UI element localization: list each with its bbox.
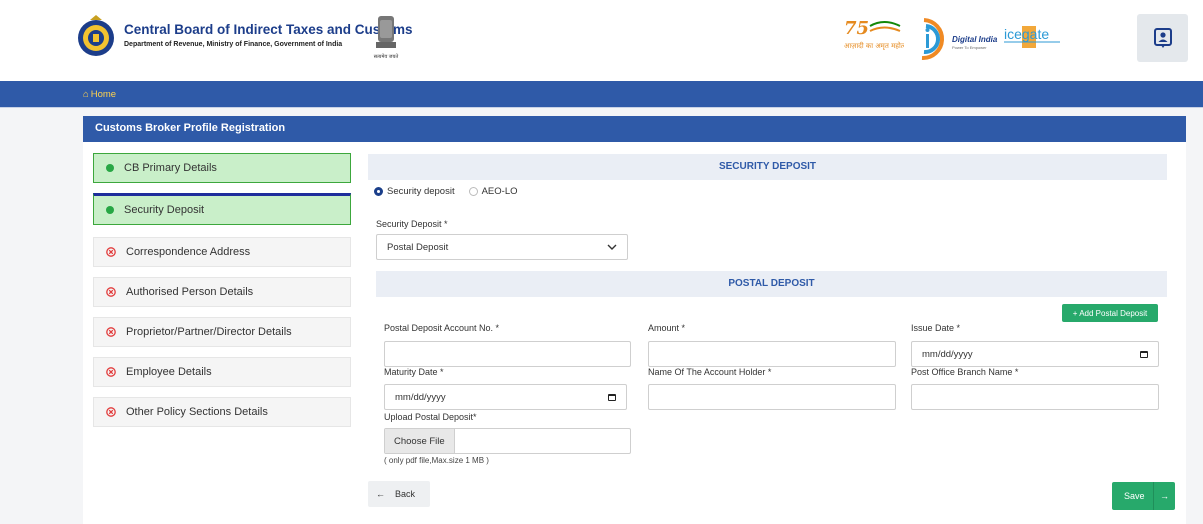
cbic-emblem-icon bbox=[78, 15, 114, 56]
arrow-right-icon: → bbox=[1153, 482, 1175, 510]
home-label: Home bbox=[90, 89, 117, 100]
icegate-logo: icegate bbox=[1004, 26, 1060, 48]
panel-title: Customs Broker Profile Registration bbox=[83, 116, 1186, 142]
check-dot-icon bbox=[106, 206, 114, 214]
error-circle-icon bbox=[106, 287, 116, 297]
maturity-date-placeholder: mm/dd/yyyy bbox=[395, 391, 446, 403]
icegate-text: icegate bbox=[1004, 26, 1049, 42]
choose-file-button[interactable]: Choose File bbox=[385, 429, 455, 453]
home-icon: ⌂ bbox=[83, 89, 89, 100]
branch-name-label: Post Office Branch Name * bbox=[911, 367, 1019, 377]
account-no-input[interactable] bbox=[384, 341, 631, 367]
azadi-mahotsav-logo: 75 आज़ादी का अमृत महोत्सव bbox=[844, 18, 904, 50]
chevron-down-icon bbox=[607, 244, 617, 250]
calendar-icon bbox=[1140, 350, 1148, 358]
amount-input[interactable] bbox=[648, 341, 896, 367]
security-deposit-label: Security Deposit * bbox=[376, 219, 448, 229]
error-circle-icon bbox=[106, 327, 116, 337]
step-label: CB Primary Details bbox=[124, 162, 217, 174]
holder-name-input[interactable] bbox=[648, 384, 896, 410]
step-label: Authorised Person Details bbox=[126, 286, 254, 298]
deposit-type-radios: Security deposit AEO-LO bbox=[374, 186, 518, 197]
postal-deposit-heading: POSTAL DEPOSIT bbox=[376, 271, 1167, 297]
branch-name-input[interactable] bbox=[911, 384, 1159, 410]
maturity-date-input[interactable]: mm/dd/yyyy bbox=[384, 384, 627, 410]
azadi-text: आज़ादी का अमृत महोत्सव bbox=[844, 41, 904, 50]
security-deposit-select-value: Postal Deposit bbox=[387, 241, 449, 253]
back-label: Back bbox=[395, 489, 416, 499]
security-deposit-select[interactable]: Postal Deposit bbox=[376, 234, 628, 260]
error-circle-icon bbox=[106, 367, 116, 377]
step-proprietor-partner-director-details[interactable]: Proprietor/Partner/Director Details bbox=[93, 317, 351, 347]
step-other-policy-sections-details[interactable]: Other Policy Sections Details bbox=[93, 397, 351, 427]
step-correspondence-address[interactable]: Correspondence Address bbox=[93, 237, 351, 267]
calendar-icon bbox=[608, 393, 616, 401]
upload-hint: ( only pdf file,Max.size 1 MB ) bbox=[384, 456, 489, 465]
account-no-label: Postal Deposit Account No. * bbox=[384, 323, 500, 333]
org-subtitle: Department of Revenue, Ministry of Finan… bbox=[124, 41, 343, 48]
radio-security-deposit-label: Security deposit bbox=[387, 186, 455, 197]
step-cb-primary-details[interactable]: CB Primary Details bbox=[93, 153, 351, 183]
radio-aeo-lo-label: AEO-LO bbox=[481, 186, 518, 197]
national-emblem-icon: सत्यमेव जयते bbox=[374, 16, 399, 60]
site-header: Central Board of Indirect Taxes and Cust… bbox=[0, 0, 1203, 81]
step-label: Proprietor/Partner/Director Details bbox=[126, 326, 292, 338]
step-label: Employee Details bbox=[126, 366, 212, 378]
step-label: Security Deposit bbox=[124, 204, 205, 216]
radio-security-deposit[interactable] bbox=[374, 187, 383, 196]
arrow-left-icon: ← bbox=[376, 489, 385, 499]
maturity-date-label: Maturity Date * bbox=[384, 367, 444, 377]
user-card-icon bbox=[1153, 28, 1172, 48]
registration-panel: Customs Broker Profile Registration CB P… bbox=[83, 116, 1186, 524]
amount-label: Amount * bbox=[648, 323, 686, 333]
svg-text:Power To Empower: Power To Empower bbox=[952, 45, 987, 50]
error-circle-icon bbox=[106, 407, 116, 417]
digital-india-text: Digital India bbox=[952, 35, 998, 44]
check-dot-icon bbox=[106, 164, 114, 172]
home-link[interactable]: ⌂ Home bbox=[83, 89, 116, 100]
security-deposit-heading: SECURITY DEPOSIT bbox=[368, 154, 1167, 180]
radio-aeo-lo[interactable] bbox=[468, 187, 478, 196]
upload-postal-deposit-input[interactable]: Choose File bbox=[384, 428, 631, 454]
error-circle-icon bbox=[106, 247, 116, 257]
back-button[interactable]: ← Back bbox=[368, 481, 430, 507]
step-authorised-person-details[interactable]: Authorised Person Details bbox=[93, 277, 351, 307]
step-label: Correspondence Address bbox=[126, 246, 251, 258]
save-label: Save bbox=[1124, 491, 1145, 501]
step-employee-details[interactable]: Employee Details bbox=[93, 357, 351, 387]
emblem-caption: सत्यमेव जयते bbox=[374, 53, 399, 60]
holder-name-label: Name Of The Account Holder * bbox=[648, 367, 772, 377]
save-button[interactable]: Save → bbox=[1112, 482, 1175, 510]
profile-button[interactable] bbox=[1137, 14, 1188, 62]
issue-date-label: Issue Date * bbox=[911, 323, 961, 333]
upload-postal-deposit-label: Upload Postal Deposit* bbox=[384, 412, 477, 422]
add-postal-deposit-button[interactable]: + Add Postal Deposit bbox=[1062, 304, 1158, 322]
nav-bar: ⌂ Home bbox=[0, 81, 1203, 108]
step-security-deposit[interactable]: Security Deposit bbox=[93, 193, 351, 225]
issue-date-placeholder: mm/dd/yyyy bbox=[922, 348, 973, 360]
issue-date-input[interactable]: mm/dd/yyyy bbox=[911, 341, 1159, 367]
step-label: Other Policy Sections Details bbox=[126, 406, 268, 418]
svg-text:75: 75 bbox=[844, 18, 869, 39]
digital-india-logo: Digital India Power To Empower bbox=[921, 18, 998, 61]
